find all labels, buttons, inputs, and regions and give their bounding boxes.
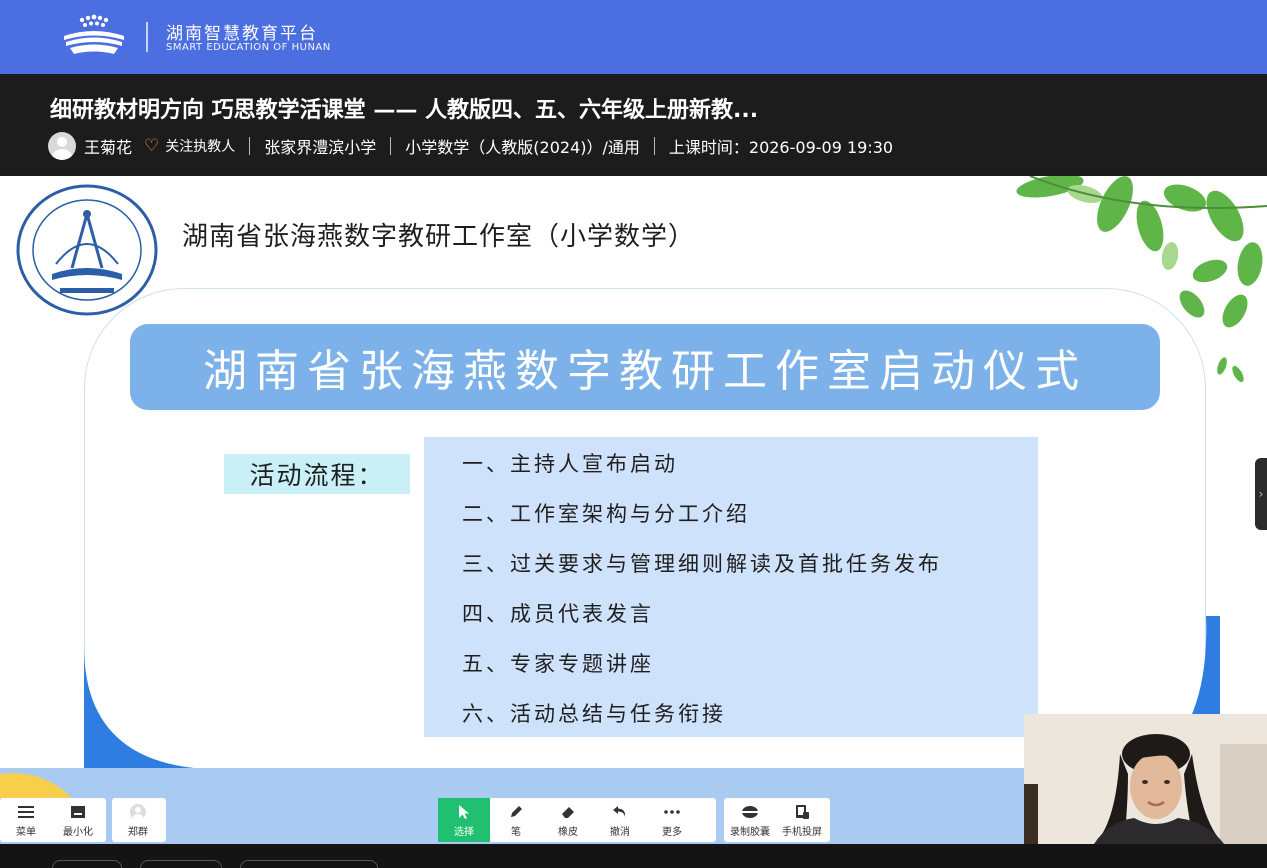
teacher-webcam[interactable] [1024, 714, 1267, 844]
meta-separator [249, 137, 251, 155]
teacher-name[interactable]: 王菊花 [84, 134, 132, 158]
follow-teacher-button[interactable]: ♡ 关注执教人 [144, 136, 235, 156]
side-panel-toggle[interactable]: › [1255, 458, 1267, 530]
flow-step: 二、工作室架构与分工介绍 [462, 502, 750, 526]
course-header: 细研教材明方向 巧思教学活课堂 —— 人教版四、五、六年级上册新教... 王菊花… [0, 74, 1267, 174]
eraser-tool-button[interactable]: 橡皮 [542, 798, 594, 842]
menu-icon [16, 803, 36, 821]
banner-title: 湖南省张海燕数字教研工作室启动仪式 [203, 346, 1087, 397]
undo-button[interactable]: 撤消 [594, 798, 646, 842]
more-label: 更多 [662, 826, 682, 838]
undo-label: 撤消 [610, 826, 630, 838]
window-controls: 菜单 最小化 [0, 798, 106, 842]
share-toolbar: 录制胶囊 手机投屏 [724, 798, 830, 842]
chevron-right-icon: › [1258, 487, 1264, 501]
ceremony-banner: 湖南省张海燕数字教研工作室启动仪式 [130, 324, 1160, 410]
flow-step: 四、成员代表发言 [462, 602, 654, 626]
user-avatar-icon [128, 803, 148, 821]
studio-seal-icon [16, 184, 158, 316]
panel-corner-decoration [84, 646, 194, 768]
eraser-icon [558, 803, 578, 821]
record-button[interactable]: 录制胶囊 [724, 798, 776, 842]
annotation-toolbar: 选择 笔 橡皮 撤消 更多 [438, 798, 716, 842]
menu-label: 菜单 [16, 826, 36, 838]
bottom-tab[interactable] [140, 860, 222, 868]
bottom-tab[interactable] [240, 860, 378, 868]
eraser-tool-label: 橡皮 [558, 826, 578, 838]
pen-icon [506, 803, 526, 821]
record-icon [740, 803, 760, 821]
platform-logo-icon[interactable] [60, 14, 128, 60]
select-tool-button[interactable]: 选择 [438, 798, 490, 842]
user-button[interactable]: 郑群 [112, 798, 164, 842]
meta-separator [653, 137, 655, 155]
class-time: 上课时间：2026-09-09 19:30 [668, 138, 894, 157]
app-window: 湖南智慧教育平台 SMART EDUCATION OF HUNAN 细研教材明方… [0, 0, 1267, 868]
flow-step: 三、过关要求与管理细则解读及首批任务发布 [462, 552, 942, 576]
course-meta: 王菊花 ♡ 关注执教人 张家界澧滨小学 小学数学（人教版(2024)）/通用 上… [48, 132, 893, 160]
phone-cast-label: 手机投屏 [782, 826, 822, 838]
meta-separator [390, 137, 392, 155]
heart-icon: ♡ [144, 135, 160, 156]
more-icon [662, 803, 682, 821]
studio-title: 湖南省张海燕数字教研工作室（小学数学） [182, 222, 696, 252]
subject: 小学数学（人教版(2024)）/通用 [405, 138, 640, 157]
course-title: 细研教材明方向 巧思教学活课堂 —— 人教版四、五、六年级上册新教... [50, 98, 759, 123]
follow-label: 关注执教人 [165, 139, 236, 155]
platform-name: 湖南智慧教育平台 [166, 24, 318, 44]
phone-cast-button[interactable]: 手机投屏 [776, 798, 828, 842]
select-tool-label: 选择 [454, 826, 474, 838]
pen-tool-button[interactable]: 笔 [490, 798, 542, 842]
pen-tool-label: 笔 [511, 826, 521, 838]
bottom-tab[interactable] [52, 860, 122, 868]
school-name: 张家界澧滨小学 [264, 138, 377, 157]
phone-cast-icon [792, 803, 812, 821]
teacher-avatar[interactable] [48, 132, 76, 160]
teacher-video-frame [1024, 714, 1267, 844]
user-label: 郑群 [128, 826, 148, 838]
user-box: 郑群 [112, 798, 166, 842]
more-button[interactable]: 更多 [646, 798, 698, 842]
minimize-icon [68, 803, 88, 821]
flow-step: 一、主持人宣布启动 [462, 452, 678, 476]
flow-step: 六、活动总结与任务衔接 [462, 702, 726, 726]
record-label: 录制胶囊 [730, 826, 770, 838]
platform-header: 湖南智慧教育平台 SMART EDUCATION OF HUNAN [0, 0, 1267, 74]
platform-name-en: SMART EDUCATION OF HUNAN [166, 42, 331, 53]
flow-label: 活动流程： [224, 454, 410, 494]
minimize-button[interactable]: 最小化 [52, 798, 104, 842]
cursor-icon [454, 803, 474, 821]
undo-icon [610, 803, 630, 821]
flow-step: 五、专家专题讲座 [462, 652, 654, 676]
brand-divider [146, 22, 148, 52]
minimize-label: 最小化 [63, 826, 93, 838]
menu-button[interactable]: 菜单 [0, 798, 52, 842]
steps-box [424, 437, 1038, 737]
presentation-slide[interactable]: 湖南省张海燕数字教研工作室（小学数学） 湖南省张海燕数字教研工作室启动仪式 活动… [0, 176, 1267, 768]
